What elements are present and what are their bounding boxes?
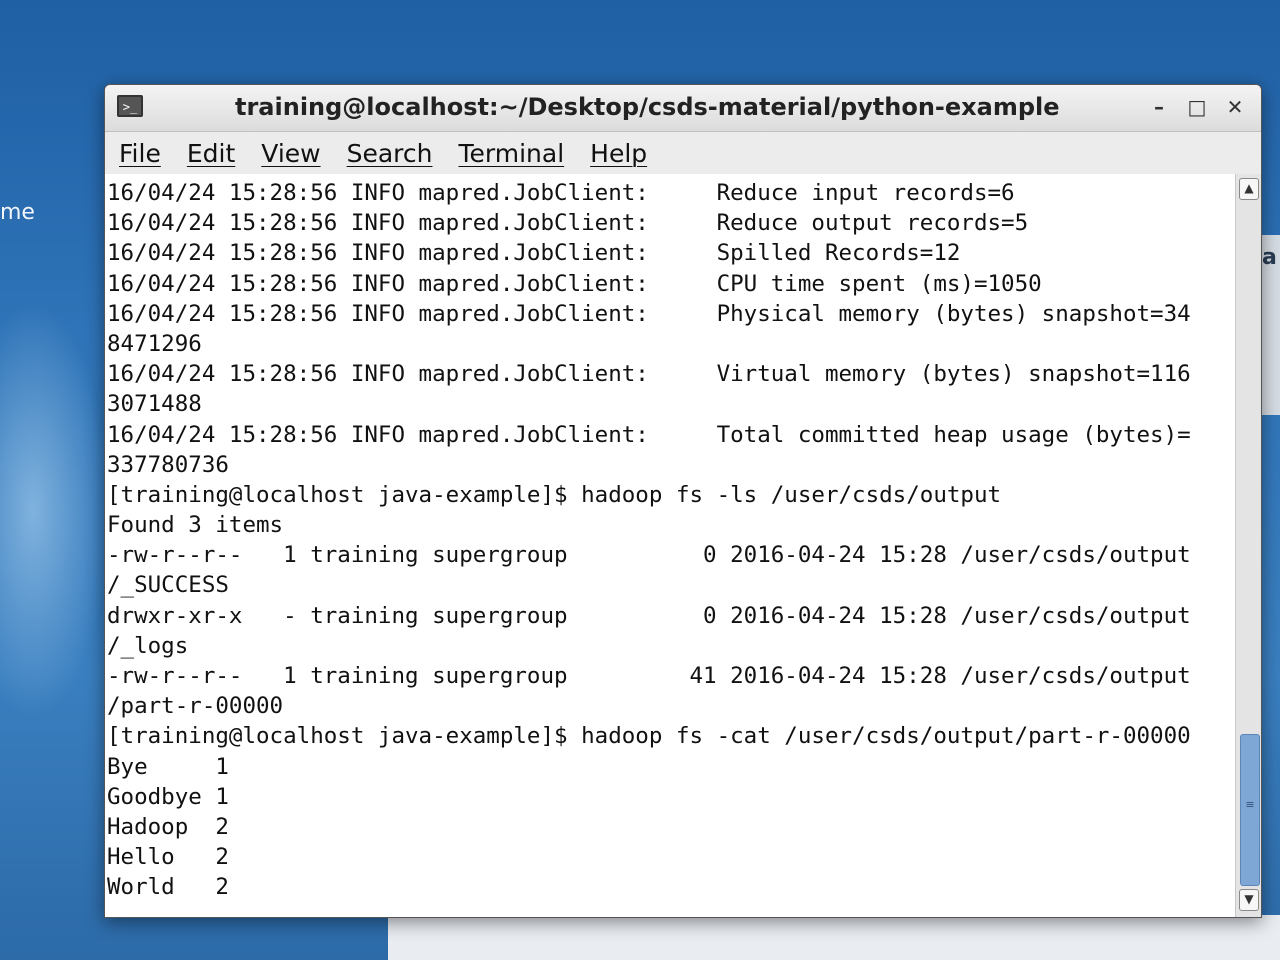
terminal-line: [training@localhost java-example]$ hadoo… [107,723,1191,750]
terminal-line: Found 3 items [107,512,284,539]
menu-terminal[interactable]: Terminal [458,139,564,168]
desktop-wallpaper-pattern [0,300,110,720]
terminal-line: -rw-r--r-- 1 training supergroup 0 2016-… [107,542,1191,569]
scrollbar-thumb[interactable]: ≡ [1240,734,1260,886]
terminal-line: 16/04/24 15:28:56 INFO mapred.JobClient:… [107,300,1191,327]
window-controls: – □ ✕ [1147,95,1247,119]
terminal-line: 16/04/24 15:28:56 INFO mapred.JobClient:… [107,210,1029,237]
minimize-button[interactable]: – [1147,95,1171,119]
terminal-line: 16/04/24 15:28:56 INFO mapred.JobClient:… [107,240,961,267]
terminal-line: /_SUCCESS [107,572,229,599]
scrollbar-grip-icon: ≡ [1245,798,1255,811]
scroll-down-arrow-icon[interactable]: ▼ [1239,889,1259,911]
terminal-line: -rw-r--r-- 1 training supergroup 41 2016… [107,663,1191,689]
terminal-line: Hello 2 [107,844,229,871]
desktop-icon-label-left: me [0,200,35,225]
terminal-line: Goodbye 1 [107,783,229,810]
terminal-line: 337780736 [107,451,229,478]
terminal-line: [training@localhost java-example]$ hadoo… [107,481,1002,508]
terminal-line: 16/04/24 15:28:56 INFO mapred.JobClient:… [107,270,1042,297]
terminal-lines: 16/04/24 15:28:56 INFO mapred.JobClient:… [105,174,1235,903]
maximize-button[interactable]: □ [1185,95,1209,119]
terminal-line: 16/04/24 15:28:56 INFO mapred.JobClient:… [107,180,1015,206]
window-title: training@localhost:~/Desktop/csds-materi… [235,93,1060,121]
vertical-scrollbar[interactable]: ▲ ≡ ▼ [1235,174,1261,917]
background-window-text: a [1262,245,1277,270]
title-bar[interactable]: >_ training@localhost:~/Desktop/csds-mat… [105,85,1261,132]
terminal-line: 16/04/24 15:28:56 INFO mapred.JobClient:… [107,361,1191,388]
close-button[interactable]: ✕ [1223,95,1247,119]
terminal-line: Hadoop 2 [107,813,229,840]
terminal-line: 8471296 [107,330,202,357]
menu-view[interactable]: View [261,139,320,168]
scroll-up-arrow-icon[interactable]: ▲ [1239,178,1259,200]
background-window-bottom [388,915,1280,960]
terminal-window: >_ training@localhost:~/Desktop/csds-mat… [104,84,1262,918]
terminal-line: /part-r-00000 [107,693,284,720]
terminal-line: drwxr-xr-x - training supergroup 0 2016-… [107,602,1191,629]
terminal-output-area[interactable]: 16/04/24 15:28:56 INFO mapred.JobClient:… [105,174,1235,917]
terminal-line: World 2 [107,874,229,901]
menu-edit[interactable]: Edit [187,139,235,168]
terminal-line: /_logs [107,632,189,659]
menu-search[interactable]: Search [347,139,433,168]
terminal-line: Bye 1 [107,753,229,780]
terminal-icon: >_ [117,95,143,117]
menu-file[interactable]: File [119,139,161,168]
terminal-line: 3071488 [107,391,202,418]
terminal-line: 16/04/24 15:28:56 INFO mapred.JobClient:… [107,421,1191,448]
menu-help[interactable]: Help [590,139,647,168]
menu-bar: File Edit View Search Terminal Help [105,132,1261,175]
